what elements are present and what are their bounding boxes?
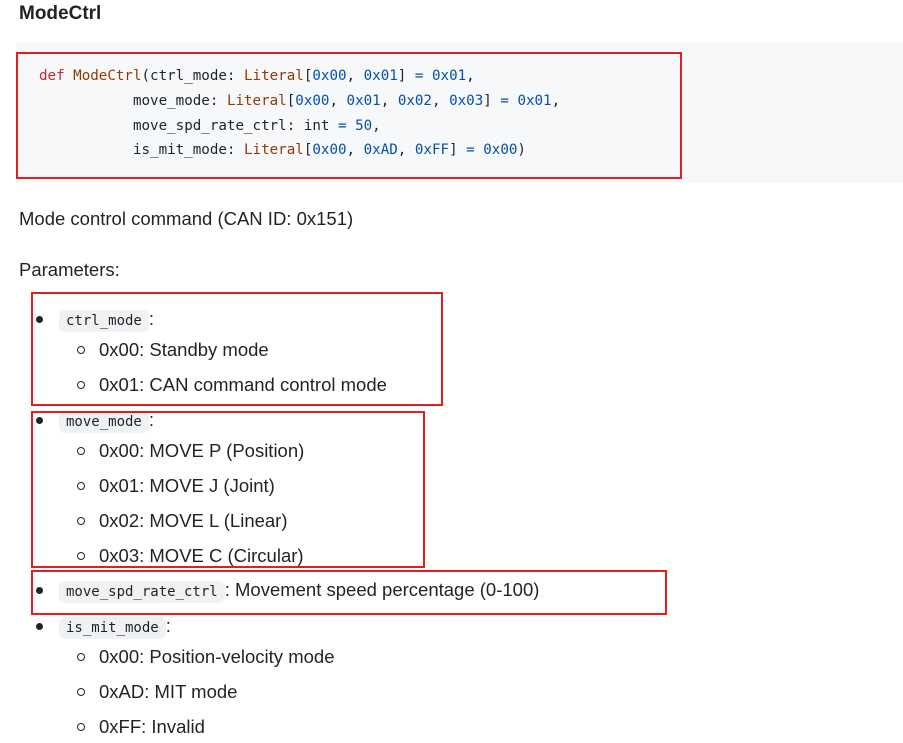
param-name: move_mode — [59, 411, 149, 433]
option-item: 0x02: MOVE L (Linear) — [99, 510, 288, 531]
param-name: is_mit_mode — [59, 617, 166, 639]
circle-bullet-icon — [77, 381, 85, 389]
literal-value: 0x00 — [295, 92, 330, 109]
param-move-spd-rate-ctrl: move_spd_rate_ctrl: — [132, 117, 304, 134]
default-value: 0x01 — [517, 92, 552, 109]
description: Mode control command (CAN ID: 0x151) — [19, 208, 354, 229]
option-item: 0x00: MOVE P (Position) — [99, 440, 305, 461]
circle-bullet-icon — [77, 552, 85, 560]
type-literal: Literal — [244, 142, 304, 159]
option-item: 0xAD: MIT mode — [99, 681, 238, 702]
option-item: 0x03: MOVE C (Circular) — [99, 545, 304, 566]
literal-value: 0xFF — [414, 142, 450, 159]
param-suffix: : — [165, 615, 171, 636]
bullet-icon — [36, 623, 43, 630]
param-name: move_spd_rate_ctrl — [59, 581, 225, 603]
default-value: 50 — [355, 117, 373, 134]
circle-bullet-icon — [77, 723, 85, 731]
literal-value: 0x00 — [312, 68, 347, 84]
param-item-is-mit-mode: is_mit_mode: — [59, 614, 171, 639]
param-ctrl-mode: (ctrl_mode: — [141, 68, 245, 84]
circle-bullet-icon — [77, 688, 85, 696]
param-item-move-spd-rate-ctrl: move_spd_rate_ctrl: Movement speed perce… — [59, 578, 539, 603]
option-item: 0x00: Position-velocity mode — [99, 646, 335, 667]
circle-bullet-icon — [77, 653, 85, 661]
param-move-mode: move_mode: — [132, 92, 227, 109]
function-name: ModeCtrl — [73, 68, 142, 84]
function-signature: def ModeCtrl(ctrl_mode: Literal[0x00, 0x… — [39, 68, 561, 159]
literal-value: 0x02 — [397, 92, 432, 109]
param-item-move-mode: move_mode: — [59, 408, 154, 433]
param-suffix: : — [148, 409, 154, 430]
param-is-mit-mode: is_mit_mode: — [132, 142, 245, 159]
param-suffix: : Movement speed percentage (0-100) — [224, 579, 540, 600]
param-suffix: : — [148, 308, 154, 329]
option-item: 0x01: CAN command control mode — [99, 374, 387, 395]
literal-value: 0x03 — [449, 92, 484, 109]
bullet-icon — [36, 316, 43, 323]
option-item: 0x01: MOVE J (Joint) — [99, 475, 275, 496]
type-literal: Literal — [226, 92, 287, 109]
literal-value: 0x00 — [312, 142, 347, 159]
default-value: 0x00 — [483, 142, 518, 159]
page-title: ModeCtrl — [19, 3, 102, 24]
literal-value: 0x01 — [363, 68, 398, 84]
circle-bullet-icon — [77, 482, 85, 490]
default-value: 0x01 — [431, 68, 467, 84]
circle-bullet-icon — [77, 517, 85, 525]
literal-value: 0xAD — [363, 142, 398, 159]
bullet-icon — [36, 587, 43, 594]
circle-bullet-icon — [77, 346, 85, 354]
type-int: int — [303, 117, 330, 134]
def-keyword: def — [39, 68, 65, 84]
type-literal: Literal — [244, 68, 304, 84]
param-item-ctrl-mode: ctrl_mode: — [59, 307, 154, 332]
circle-bullet-icon — [77, 447, 85, 455]
option-item: 0x00: Standby mode — [99, 339, 269, 360]
bullet-icon — [36, 417, 43, 424]
literal-value: 0x01 — [346, 92, 381, 109]
params-heading: Parameters: — [19, 259, 120, 280]
option-item: 0xFF: Invalid — [99, 716, 205, 737]
param-name: ctrl_mode — [59, 310, 149, 332]
